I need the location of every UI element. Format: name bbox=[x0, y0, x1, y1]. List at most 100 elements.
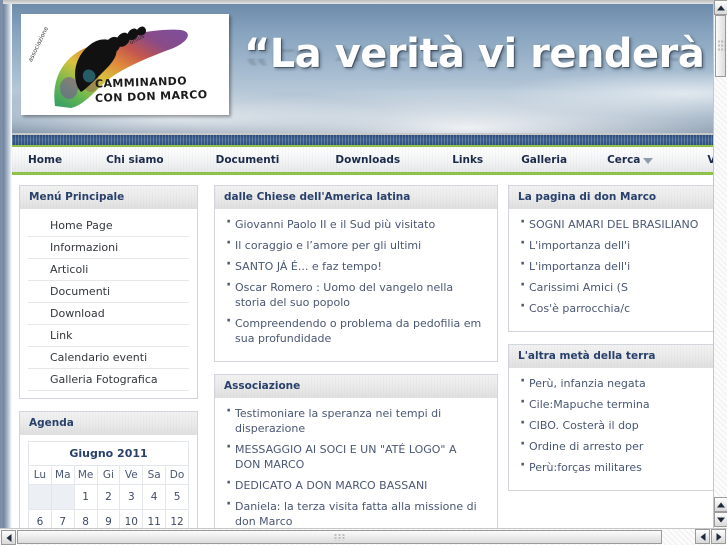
module-agenda: Agenda Giugno 2011 Lu Ma Me Gi Ve Sa Do 1 2 3 4 5 6 7 8… bbox=[19, 411, 198, 528]
calendar-day-cell[interactable]: 12 bbox=[165, 509, 189, 528]
site-logo[interactable]: associazione onlus CAMMINANDO CON DON MA… bbox=[21, 14, 229, 115]
menu-link-home-page[interactable]: Home Page bbox=[28, 215, 189, 236]
calendar-day-cell[interactable]: 5 bbox=[165, 484, 189, 510]
news-link[interactable]: Oscar Romero : Uomo del vangelo nella st… bbox=[235, 281, 453, 309]
agenda-calendar[interactable]: Giugno 2011 Lu Ma Me Gi Ve Sa Do 1 2 3 4 5 6 7 8 9 10 11 12… bbox=[28, 441, 189, 528]
news-list-item: SANTO JÁ É... e faz tempo! bbox=[223, 257, 489, 280]
news-link[interactable]: Testimoniare la speranza nei tempi di di… bbox=[235, 407, 441, 435]
nav-item-label: Cerca bbox=[607, 153, 641, 166]
menu-link-galleria-fotografica[interactable]: Galleria Fotografica bbox=[28, 369, 189, 390]
news-link[interactable]: L'importanza dell'i bbox=[529, 239, 630, 252]
menu-link-link[interactable]: Link bbox=[28, 325, 189, 346]
module-associazione: Associazione Testimoniare la speranza nei… bbox=[214, 374, 498, 528]
menu-link-calendario-eventi[interactable]: Calendario eventi bbox=[28, 347, 189, 368]
window-left-border bbox=[3, 0, 12, 528]
module-la-pagina-di-don-marco: La pagina di don Marco SOGNI AMARI DEL BR… bbox=[508, 185, 713, 332]
scroll-up-button-bottom[interactable] bbox=[714, 497, 727, 512]
module-title-agenda: Agenda bbox=[20, 412, 197, 435]
news-list-item: Daniela: la terza visita fatta alla miss… bbox=[223, 497, 489, 528]
scroll-right-button[interactable] bbox=[711, 529, 726, 544]
right-sidebar: La pagina di don Marco SOGNI AMARI DEL BR… bbox=[498, 185, 713, 503]
nav-item-galleria[interactable]: Galleria bbox=[521, 154, 567, 166]
news-link[interactable]: Cile:Mapuche termina bbox=[529, 398, 650, 411]
news-link[interactable]: Daniela: la terza visita fatta alla miss… bbox=[235, 500, 477, 528]
vertical-scroll-thumb[interactable] bbox=[715, 15, 726, 77]
calendar-empty-cell bbox=[28, 484, 52, 510]
menu-link-informazioni[interactable]: Informazioni bbox=[28, 237, 189, 258]
news-link[interactable]: Compreendendo o problema da pedofilia em… bbox=[235, 317, 481, 345]
calendar-day-cell[interactable]: 11 bbox=[142, 509, 167, 528]
calendar-week-row: 12345 bbox=[28, 484, 189, 510]
nav-item-documenti[interactable]: Documenti bbox=[216, 154, 280, 166]
calendar-day-cell[interactable]: 10 bbox=[119, 509, 144, 528]
menu-list-item: Download bbox=[28, 303, 189, 325]
left-sidebar: Menú Principale Home Page Informazioni Art… bbox=[12, 185, 198, 528]
news-link[interactable]: Carissimi Amici (S bbox=[529, 281, 628, 294]
news-link[interactable]: L'importanza dell'i bbox=[529, 260, 630, 273]
nav-item-label: Links bbox=[452, 153, 484, 166]
nav-item-label: Chi siamo bbox=[106, 153, 164, 166]
news-link[interactable]: SANTO JÁ É... e faz tempo! bbox=[235, 260, 382, 273]
nav-item-chi-siamo[interactable]: Chi siamo bbox=[106, 154, 164, 166]
module-title: L'altra metà della terra bbox=[509, 345, 713, 368]
banner-title: “La verità vi renderà liber bbox=[244, 31, 713, 77]
news-link[interactable]: MESSAGGIO AI SOCI E UN "ATÉ LOGO" A DON … bbox=[235, 443, 457, 471]
news-list-item: SOGNI AMARI DEL BRASILIANO bbox=[517, 217, 713, 238]
nav-item-cerca[interactable]: Cerca bbox=[607, 153, 654, 166]
nav-item-label: Home bbox=[28, 153, 63, 166]
calendar-day-cell[interactable]: 3 bbox=[119, 484, 144, 510]
calendar-week-row: 6 7 8 9 10 11 12 bbox=[28, 509, 189, 528]
news-link[interactable]: Il coraggio e l’amore per gli ultimi bbox=[235, 239, 421, 252]
nav-item-list: Home Chi siamo Documenti Downloads Links Gall… bbox=[12, 147, 713, 172]
calendar-weekday: Ve bbox=[119, 465, 144, 485]
calendar-day-cell[interactable]: 1 bbox=[73, 484, 98, 510]
module-title: dalle Chiese dell'America latina bbox=[215, 186, 497, 209]
calendar-day-cell[interactable]: 4 bbox=[142, 484, 167, 510]
site-header: associazione onlus CAMMINANDO CON DON MA… bbox=[12, 4, 713, 133]
calendar-day-cell[interactable]: 6 bbox=[28, 509, 52, 528]
scroll-thumb-grip-h bbox=[333, 533, 346, 541]
nav-item-links[interactable]: Links bbox=[452, 154, 483, 166]
calendar-day-cell[interactable]: 9 bbox=[96, 509, 121, 528]
module-title: La pagina di don Marco bbox=[509, 186, 713, 209]
news-link[interactable]: Giovanni Paolo II e il Sud più visitato bbox=[235, 218, 435, 231]
calendar-weekday: Gi bbox=[96, 465, 121, 485]
menu-link-articoli[interactable]: Articoli bbox=[28, 259, 189, 280]
vertical-scrollbar[interactable] bbox=[713, 0, 727, 528]
chevron-down-icon bbox=[643, 157, 654, 164]
nav-item-label: Downloads bbox=[335, 153, 401, 166]
news-list-item: Perù:forças militares bbox=[517, 460, 713, 481]
menu-link-download[interactable]: Download bbox=[28, 303, 189, 324]
nav-item-home[interactable]: Home bbox=[28, 154, 62, 166]
news-list: Testimoniare la speranza nei tempi di di… bbox=[223, 404, 489, 528]
horizontal-scroll-thumb[interactable] bbox=[17, 530, 662, 544]
menu-link-documenti[interactable]: Documenti bbox=[28, 281, 189, 302]
scroll-left-button[interactable] bbox=[1, 530, 16, 545]
module-dalle-chiese-dell-america-latina: dalle Chiese dell'America latina Giovanni… bbox=[214, 185, 498, 362]
scroll-up-button[interactable] bbox=[714, 0, 727, 15]
news-list-item: Compreendendo o problema da pedofilia em… bbox=[223, 314, 489, 352]
news-list-item: CIBO. Costerà il dop bbox=[517, 418, 713, 439]
news-link[interactable]: Perù:forças militares bbox=[529, 461, 642, 474]
news-link[interactable]: Perù, infanzia negata bbox=[529, 377, 646, 390]
module-title: Associazione bbox=[215, 375, 497, 398]
news-link[interactable]: DEDICATO A DON MARCO BASSANI bbox=[235, 479, 427, 492]
scroll-down-button[interactable] bbox=[714, 512, 727, 527]
page-body: Menú Principale Home Page Informazioni Art… bbox=[12, 175, 713, 528]
horizontal-scrollbar[interactable] bbox=[0, 528, 727, 545]
calendar-day-cell[interactable]: 7 bbox=[50, 509, 75, 528]
calendar-day-cell[interactable]: 2 bbox=[96, 484, 121, 510]
module-main-menu: Menú Principale Home Page Informazioni Art… bbox=[19, 185, 198, 399]
news-link[interactable]: Ordine di arresto per bbox=[529, 440, 643, 453]
news-link[interactable]: CIBO. Costerà il dop bbox=[529, 419, 639, 432]
news-link[interactable]: Cos'è parrocchia/c bbox=[529, 302, 630, 315]
calendar-day-cell[interactable]: 8 bbox=[73, 509, 98, 528]
website-page: associazione onlus CAMMINANDO CON DON MA… bbox=[12, 4, 713, 528]
news-list: Perù, infanzia negata Cile:Mapuche termin… bbox=[517, 374, 713, 483]
scroll-left-button-end[interactable] bbox=[695, 529, 710, 544]
news-list-item: L'importanza dell'i bbox=[517, 259, 713, 280]
news-link[interactable]: SOGNI AMARI DEL BRASILIANO bbox=[529, 218, 698, 231]
menu-list-item: Informazioni bbox=[28, 237, 189, 259]
nav-item-downloads[interactable]: Downloads bbox=[335, 154, 400, 166]
menu-list-item: Documenti bbox=[28, 281, 189, 303]
